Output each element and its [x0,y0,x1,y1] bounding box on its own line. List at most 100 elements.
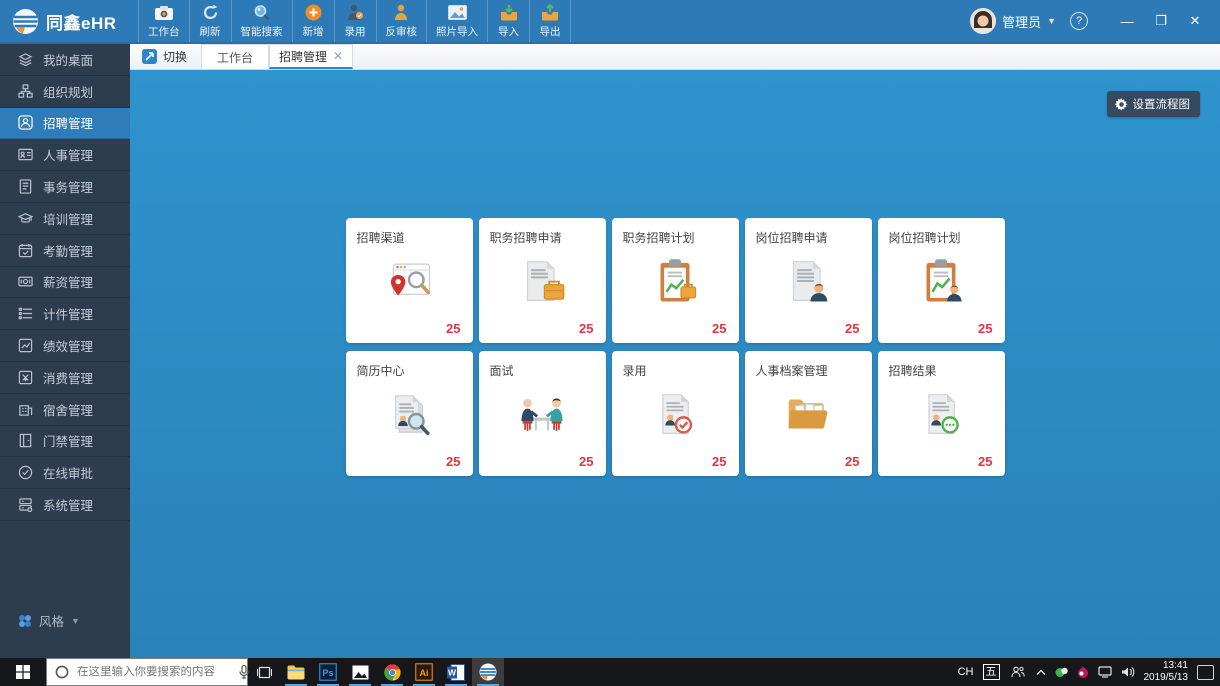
brand-title: 同鑫eHR [46,9,117,34]
toolbar-label: 工作台 [148,24,180,39]
sidebar-item-attendance[interactable]: 考勤管理 [0,235,130,267]
svg-text:Ps: Ps [322,668,333,678]
chevron-down-icon: ▼ [71,616,80,626]
card-count: 25 [579,321,593,336]
card-job-recruit-request[interactable]: 职务招聘申请 25 [479,218,606,343]
topbar: 同鑫eHR 工作台 刷新 智能搜索 新增 录用 反审核 照片导入 [0,0,1220,44]
chrome-app[interactable] [376,658,408,686]
toolbar-workbench-button[interactable]: 工作台 [138,0,189,42]
style-icon [18,614,32,628]
sidebar-item-label: 薪资管理 [43,272,93,291]
toolbar-import-button[interactable]: 导入 [487,0,529,42]
sidebar-item-training[interactable]: 培训管理 [0,203,130,235]
card-recruit-result[interactable]: 招聘结果 25 [878,351,1005,476]
card-post-recruit-plan[interactable]: 岗位招聘计划 25 [878,218,1005,343]
language-indicator[interactable]: CH [958,666,974,678]
card-post-recruit-request[interactable]: 岗位招聘申请 25 [745,218,872,343]
user-menu[interactable]: 管理员 ▼ [970,8,1056,34]
sidebar-item-affairs[interactable]: 事务管理 [0,171,130,203]
sidebar-item-online-approval[interactable]: 在线审批 [0,457,130,489]
search-input[interactable] [77,666,231,678]
ehr-app[interactable] [472,658,504,686]
module-card-grid: 招聘渠道 25 职务招聘申请 25 职务招聘计划 [346,218,1005,476]
maximize-button[interactable]: ❐ [1146,6,1176,36]
sidebar-item-access-control[interactable]: 门禁管理 [0,426,130,458]
document-briefcase-icon [479,252,606,310]
photoshop-app[interactable]: Ps [312,658,344,686]
toolbar-unaudit-button[interactable]: 反审核 [376,0,427,42]
help-button[interactable]: ? [1070,12,1088,30]
toolbar-export-button[interactable]: 导出 [529,0,571,42]
close-button[interactable]: ✕ [1180,6,1210,36]
card-title: 岗位招聘申请 [745,218,872,246]
switch-button[interactable]: 切换 [130,44,201,69]
toolbar-label: 导入 [498,24,519,39]
card-recruit-channel[interactable]: 招聘渠道 25 [346,218,473,343]
sidebar-item-salary[interactable]: 薪资管理 [0,267,130,299]
ime-indicator[interactable]: 五 [983,664,1000,680]
taskbar-clock[interactable]: 13:41 2019/5/13 [1144,660,1189,684]
toolbar-smart-search-button[interactable]: 智能搜索 [231,0,292,42]
card-count: 25 [579,454,593,469]
card-job-recruit-plan[interactable]: 职务招聘计划 25 [612,218,739,343]
card-interview[interactable]: 面试 25 [479,351,606,476]
card-hire[interactable]: 录用 25 [612,351,739,476]
toolbar-hire-button[interactable]: 录用 [334,0,376,42]
tray-expand-chevron[interactable] [1036,669,1046,676]
gear-icon [1115,98,1128,111]
network-icon[interactable] [1098,666,1112,678]
file-explorer-app[interactable] [280,658,312,686]
windows-taskbar: Ps Ai W CH 五 13:41 2019/5/13 [0,658,1220,686]
volume-icon[interactable] [1121,666,1135,678]
clock-date: 2019/5/13 [1144,672,1189,684]
card-resume-center[interactable]: 简历中心 25 [346,351,473,476]
clipboard-chart-icon [612,252,739,310]
sidebar-item-personnel[interactable]: 人事管理 [0,139,130,171]
tab-bar: 切换 工作台 招聘管理 ✕ [130,44,1220,70]
tab-label: 招聘管理 [279,48,327,65]
illustrator-app[interactable]: Ai [408,658,440,686]
sidebar-item-recruitment[interactable]: 招聘管理 [0,108,130,140]
toolbar-refresh-button[interactable]: 刷新 [189,0,231,42]
tray-app-icon-green[interactable] [1055,667,1068,678]
sidebar-item-label: 事务管理 [43,177,93,196]
minimize-button[interactable]: — [1112,6,1142,36]
close-tab-icon[interactable]: ✕ [333,49,343,63]
tray-app-icon-colored[interactable] [1077,666,1089,678]
taskbar-search[interactable] [46,658,248,686]
start-button[interactable] [0,658,46,686]
card-count: 25 [712,454,726,469]
sidebar-item-piecework[interactable]: 计件管理 [0,298,130,330]
plus-icon [305,4,322,22]
svg-text:Ai: Ai [420,668,429,678]
word-app[interactable]: W [440,658,472,686]
sidebar-item-system[interactable]: 系统管理 [0,489,130,521]
export-box-icon [541,4,559,22]
style-switcher[interactable]: 风格 ▼ [0,611,130,658]
action-center-button[interactable] [1197,665,1214,680]
folder-icon [745,385,872,443]
toolbar-label: 导出 [540,24,561,39]
sidebar-item-my-desktop[interactable]: 我的桌面 [0,44,130,76]
globe-logo-icon [12,8,39,35]
toolbar-add-button[interactable]: 新增 [292,0,334,42]
photo-icon [448,4,467,22]
tab-workbench[interactable]: 工作台 [201,44,269,69]
sidebar-item-label: 人事管理 [43,145,93,164]
card-personnel-archives[interactable]: 人事档案管理 25 [745,351,872,476]
toolbar-photo-import-button[interactable]: 照片导入 [426,0,487,42]
sidebar-item-dormitory[interactable]: 宿舍管理 [0,394,130,426]
flow-chart-settings-button[interactable]: 设置流程图 [1107,91,1201,117]
person-icon [393,4,409,22]
import-box-icon [500,4,518,22]
sidebar-item-org-planning[interactable]: 组织规划 [0,76,130,108]
tab-recruitment[interactable]: 招聘管理 ✕ [269,44,353,69]
photos-app[interactable] [344,658,376,686]
search-icon [253,4,271,22]
sidebar-item-consumption[interactable]: 消费管理 [0,362,130,394]
window-controls: — ❐ ✕ [1112,6,1210,36]
camera-icon [154,4,174,22]
task-view-button[interactable] [248,658,280,686]
sidebar-item-performance[interactable]: 绩效管理 [0,330,130,362]
people-icon[interactable] [1009,666,1027,678]
